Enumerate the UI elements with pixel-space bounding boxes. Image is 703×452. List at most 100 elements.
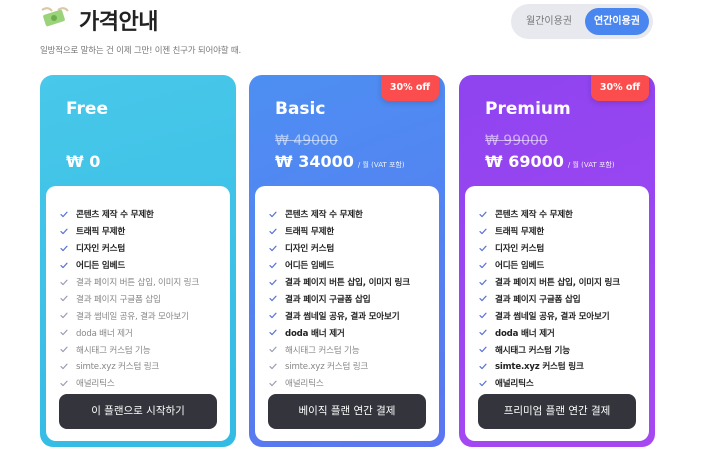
discount-badge: 30% off (591, 75, 649, 101)
feature-item: 결과 페이지 구글폼 삽입 (479, 290, 620, 307)
price-note: / 월 (VAT 포함) (567, 161, 615, 169)
feature-label: 애널리틱스 (76, 379, 115, 390)
feature-item: 결과 썸네일 공유, 결과 모아보기 (479, 307, 620, 324)
feature-list: 콘텐츠 제작 수 무제한 트래픽 무제한 디자인 커스텀 어디든 임베드 결과 페이지 … (479, 206, 620, 392)
feature-label: doda 배너 제거 (285, 328, 345, 339)
check-icon (269, 279, 279, 286)
premium-yearly-payment-button[interactable]: 프리미엄 플랜 연간 결제 (478, 394, 636, 429)
feature-item: doda 배너 제거 (269, 324, 410, 341)
check-icon (479, 380, 489, 387)
feature-label: simte.xyz 커스텀 링크 (285, 362, 369, 373)
feature-list: 콘텐츠 제작 수 무제한 트래픽 무제한 디자인 커스텀 어디든 임베드 결과 페이지 … (269, 206, 410, 392)
check-icon (269, 380, 279, 387)
original-price: ₩ 99000 (485, 133, 548, 149)
check-icon (269, 363, 279, 370)
plan-name: Basic (275, 99, 326, 119)
check-icon (479, 363, 489, 370)
feature-label: 트래픽 무제한 (76, 227, 126, 238)
price-note: / 월 (VAT 포함) (357, 161, 405, 169)
feature-label: 해시태그 커스텀 기능 (76, 345, 151, 356)
feature-label: 결과 페이지 구글폼 삽입 (495, 294, 581, 305)
feature-item: 어디든 임베드 (269, 257, 410, 274)
plan-name: Premium (485, 99, 571, 119)
feature-item: 결과 페이지 구글폼 삽입 (269, 290, 410, 307)
basic-yearly-payment-button[interactable]: 베이직 플랜 연간 결제 (268, 394, 426, 429)
check-icon (479, 329, 489, 336)
feature-label: 결과 썸네일 공유, 결과 모아보기 (285, 311, 400, 322)
feature-item: 해시태그 커스텀 기능 (60, 341, 199, 358)
check-icon (60, 245, 70, 252)
feature-label: 콘텐츠 제작 수 무제한 (285, 210, 363, 221)
check-icon (60, 262, 70, 269)
feature-label: 애널리틱스 (285, 379, 324, 390)
feature-label: simte.xyz 커스텀 링크 (495, 362, 584, 373)
feature-item: simte.xyz 커스텀 링크 (479, 358, 620, 375)
check-icon (60, 279, 70, 286)
check-icon (269, 211, 279, 218)
feature-item: 해시태그 커스텀 기능 (479, 341, 620, 358)
check-icon (269, 312, 279, 319)
feature-label: 콘텐츠 제작 수 무제한 (495, 210, 573, 221)
feature-label: 디자인 커스텀 (285, 244, 335, 255)
check-icon (269, 228, 279, 235)
feature-item: 결과 페이지 버튼 삽입, 이미지 링크 (479, 274, 620, 291)
feature-label: doda 배너 제거 (495, 328, 555, 339)
money-with-wings-icon (40, 6, 70, 30)
feature-item: doda 배너 제거 (479, 324, 620, 341)
feature-item: 애널리틱스 (479, 375, 620, 392)
discount-badge: 30% off (381, 75, 439, 101)
feature-item: 콘텐츠 제작 수 무제한 (269, 206, 410, 223)
check-icon (60, 312, 70, 319)
check-icon (479, 211, 489, 218)
start-free-plan-button[interactable]: 이 플랜으로 시작하기 (59, 394, 217, 429)
check-icon (269, 262, 279, 269)
toggle-monthly[interactable]: 월간이용권 (516, 8, 582, 35)
feature-item: 결과 페이지 버튼 삽입, 이미지 링크 (60, 274, 199, 291)
billing-period-toggle: 월간이용권 연간이용권 (511, 4, 653, 39)
feature-label: doda 배너 제거 (76, 328, 133, 339)
feature-item: 결과 썸네일 공유, 결과 모아보기 (60, 307, 199, 324)
check-icon (60, 380, 70, 387)
check-icon (60, 363, 70, 370)
feature-label: 결과 페이지 구글폼 삽입 (76, 294, 161, 305)
feature-item: 해시태그 커스텀 기능 (269, 341, 410, 358)
toggle-yearly[interactable]: 연간이용권 (585, 8, 649, 35)
plan-price: ₩ 0 (66, 152, 100, 171)
feature-item: 디자인 커스텀 (60, 240, 199, 257)
feature-label: 트래픽 무제한 (495, 227, 545, 238)
feature-label: 콘텐츠 제작 수 무제한 (76, 210, 154, 221)
feature-label: 애널리틱스 (495, 379, 534, 390)
feature-item: simte.xyz 커스텀 링크 (60, 358, 199, 375)
feature-item: 트래픽 무제한 (60, 223, 199, 240)
feature-label: 결과 페이지 버튼 삽입, 이미지 링크 (495, 278, 620, 288)
feature-label: 디자인 커스텀 (495, 244, 545, 255)
feature-label: 어디든 임베드 (285, 261, 335, 272)
feature-label: 결과 페이지 구글폼 삽입 (285, 294, 371, 305)
check-icon (269, 295, 279, 302)
feature-item: 애널리틱스 (269, 375, 410, 392)
check-icon (479, 262, 489, 269)
feature-item: 어디든 임베드 (60, 257, 199, 274)
feature-list-box: 콘텐츠 제작 수 무제한 트래픽 무제한 디자인 커스텀 어디든 임베드 결과 페이지 … (46, 186, 230, 441)
plan-card-premium: 30% off Premium ₩ 99000 ₩ 69000/ 월 (VAT … (459, 75, 655, 447)
feature-list-box: 콘텐츠 제작 수 무제한 트래픽 무제한 디자인 커스텀 어디든 임베드 결과 페이지 … (465, 186, 649, 441)
feature-label: 결과 페이지 버튼 삽입, 이미지 링크 (285, 278, 410, 288)
check-icon (479, 245, 489, 252)
check-icon (60, 211, 70, 218)
feature-list: 콘텐츠 제작 수 무제한 트래픽 무제한 디자인 커스텀 어디든 임베드 결과 페이지 … (60, 206, 199, 392)
feature-label: 해시태그 커스텀 기능 (495, 345, 570, 356)
feature-label: 결과 썸네일 공유, 결과 모아보기 (495, 311, 610, 322)
feature-item: 트래픽 무제한 (479, 223, 620, 240)
check-icon (479, 295, 489, 302)
feature-item: 콘텐츠 제작 수 무제한 (479, 206, 620, 223)
feature-label: 결과 썸네일 공유, 결과 모아보기 (76, 311, 189, 322)
check-icon (60, 329, 70, 336)
price-value: ₩ 34000 (275, 152, 354, 171)
plan-card-free: Free ₩ 0 콘텐츠 제작 수 무제한 트래픽 무제한 디자인 커스텀 어디든 임… (40, 75, 236, 447)
page-subtitle: 일방적으로 말하는 건 이제 그만! 이젠 친구가 되어야할 때. (40, 46, 241, 56)
check-icon (269, 329, 279, 336)
plan-price: ₩ 34000/ 월 (VAT 포함) (275, 152, 405, 171)
feature-item: doda 배너 제거 (60, 324, 199, 341)
price-value: ₩ 69000 (485, 152, 564, 171)
check-icon (479, 228, 489, 235)
